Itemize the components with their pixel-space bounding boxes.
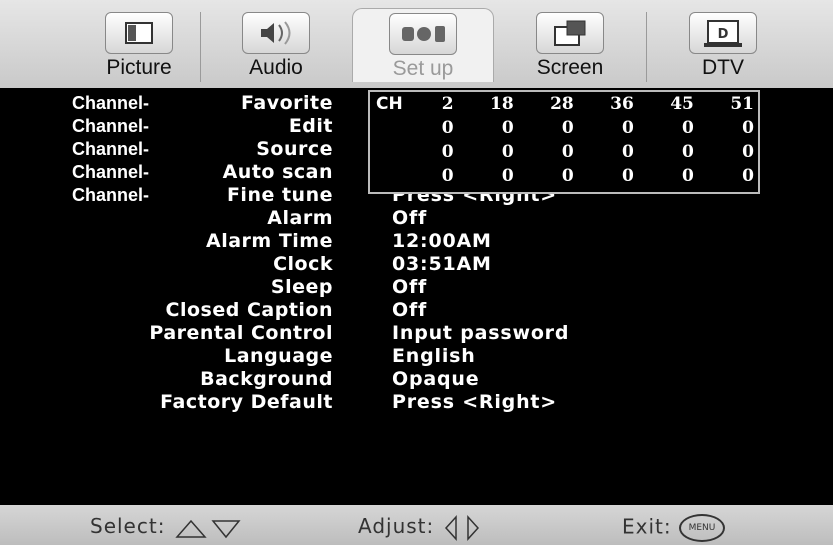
table-cell[interactable]: 0 xyxy=(420,140,458,164)
tab-picture-label: Picture xyxy=(106,56,172,79)
tab-dtv[interactable]: D DTV xyxy=(648,8,798,82)
top-tab-bar: Picture Audio Set up Screen D DTV xyxy=(0,0,833,88)
channel-prefix: Channel- xyxy=(72,93,150,113)
table-cell[interactable]: 0 xyxy=(638,116,698,140)
table-cell[interactable]: 0 xyxy=(638,140,698,164)
table-cell[interactable]: 0 xyxy=(458,116,518,140)
menu-item-parental-control[interactable]: Parental Control xyxy=(149,322,333,344)
ch-header: CH xyxy=(376,94,403,114)
table-row: 0 0 0 0 0 0 xyxy=(370,140,758,164)
monitor-icon xyxy=(105,12,173,54)
up-down-arrows-icon xyxy=(175,519,241,538)
table-cell[interactable]: 0 xyxy=(698,140,758,164)
menu-item-alarm[interactable]: Alarm xyxy=(267,207,333,229)
table-cell[interactable]: 0 xyxy=(638,164,698,188)
menu-item-background[interactable]: Background xyxy=(200,368,333,390)
table-cell[interactable]: 0 xyxy=(578,164,638,188)
table-row: CH 2 18 28 36 45 51 xyxy=(370,92,758,116)
screen-icon xyxy=(536,12,604,54)
menu-item-edit[interactable]: Edit xyxy=(289,115,333,137)
tab-audio-label: Audio xyxy=(249,56,303,79)
table-cell[interactable]: 36 xyxy=(578,92,638,116)
left-right-arrows-icon xyxy=(444,514,479,541)
tab-picture[interactable]: Picture xyxy=(80,8,198,82)
adjust-label: Adjust: xyxy=(358,514,435,538)
tab-audio[interactable]: Audio xyxy=(202,8,350,82)
tab-divider xyxy=(200,12,201,82)
table-cell[interactable]: 0 xyxy=(518,164,578,188)
table-cell[interactable]: 51 xyxy=(698,92,758,116)
parental-control-value: Input password xyxy=(392,322,570,344)
menu-button-icon: MENU xyxy=(678,514,725,542)
clock-value: 03:51AM xyxy=(392,253,492,275)
table-cell[interactable]: 28 xyxy=(518,92,578,116)
tab-screen-label: Screen xyxy=(536,56,604,79)
speaker-icon xyxy=(242,12,310,54)
adjust-hint: Adjust: xyxy=(358,514,486,541)
table-cell[interactable]: 0 xyxy=(420,116,458,140)
alarm-value: Off xyxy=(392,207,428,229)
menu-item-auto-scan[interactable]: Auto scan xyxy=(223,161,333,183)
table-cell[interactable]: 0 xyxy=(458,164,518,188)
closed-caption-value: Off xyxy=(392,299,428,321)
exit-label: Exit: xyxy=(622,514,672,539)
table-cell[interactable]: 0 xyxy=(578,140,638,164)
table-row: 0 0 0 0 0 0 xyxy=(370,116,758,140)
menu-item-factory-default[interactable]: Factory Default xyxy=(160,391,333,413)
table-cell[interactable]: 0 xyxy=(578,116,638,140)
menu-item-language[interactable]: Language xyxy=(224,345,333,367)
table-cell[interactable]: 0 xyxy=(518,140,578,164)
menu-item-fine-tune[interactable]: Fine tune xyxy=(227,184,333,206)
setup-menu: Channel- Channel- Channel- Channel- Chan… xyxy=(0,88,833,505)
channel-prefix: Channel- xyxy=(72,185,150,205)
setup-icon xyxy=(389,13,457,55)
factory-default-value: Press <Right> xyxy=(392,391,558,413)
footer-help-bar: Select: Adjust: Exit: MENU xyxy=(0,505,833,545)
menu-item-closed-caption[interactable]: Closed Caption xyxy=(166,299,333,321)
alarm-time-value: 12:00AM xyxy=(392,230,492,252)
channel-prefix: Channel- xyxy=(72,162,150,182)
channel-prefix: Channel- xyxy=(72,139,150,159)
table-cell[interactable]: 0 xyxy=(698,164,758,188)
sleep-value: Off xyxy=(392,276,428,298)
menu-item-favorite[interactable]: Favorite xyxy=(241,92,333,114)
table-cell[interactable]: 0 xyxy=(518,116,578,140)
language-value: English xyxy=(392,345,476,367)
menu-item-source[interactable]: Source xyxy=(256,138,333,160)
background-value: Opaque xyxy=(392,368,480,390)
table-row: 0 0 0 0 0 0 xyxy=(370,164,758,188)
table-cell[interactable]: 45 xyxy=(638,92,698,116)
table-cell[interactable]: 0 xyxy=(458,140,518,164)
table-cell[interactable]: 0 xyxy=(420,164,458,188)
menu-item-alarm-time[interactable]: Alarm Time xyxy=(206,230,333,252)
tab-screen[interactable]: Screen xyxy=(496,8,644,82)
tab-dtv-label: DTV xyxy=(702,56,744,79)
favorite-channel-table: CH 2 18 28 36 45 51 0 0 0 0 0 0 0 0 0 0 … xyxy=(368,90,760,194)
channel-prefix: Channel- xyxy=(72,116,150,136)
select-label: Select: xyxy=(90,514,166,538)
table-cell[interactable]: 2 xyxy=(420,92,458,116)
tab-setup-label: Set up xyxy=(392,57,454,80)
table-cell[interactable]: 18 xyxy=(458,92,518,116)
tab-divider xyxy=(646,12,647,82)
select-hint: Select: xyxy=(90,514,243,539)
tab-setup[interactable]: Set up xyxy=(352,8,494,82)
menu-item-sleep[interactable]: Sleep xyxy=(271,276,333,298)
dtv-icon: D xyxy=(689,12,757,54)
svg-text:D: D xyxy=(718,27,729,42)
exit-hint: Exit: MENU xyxy=(622,514,725,542)
table-cell[interactable]: 0 xyxy=(698,116,758,140)
menu-item-clock[interactable]: Clock xyxy=(273,253,333,275)
